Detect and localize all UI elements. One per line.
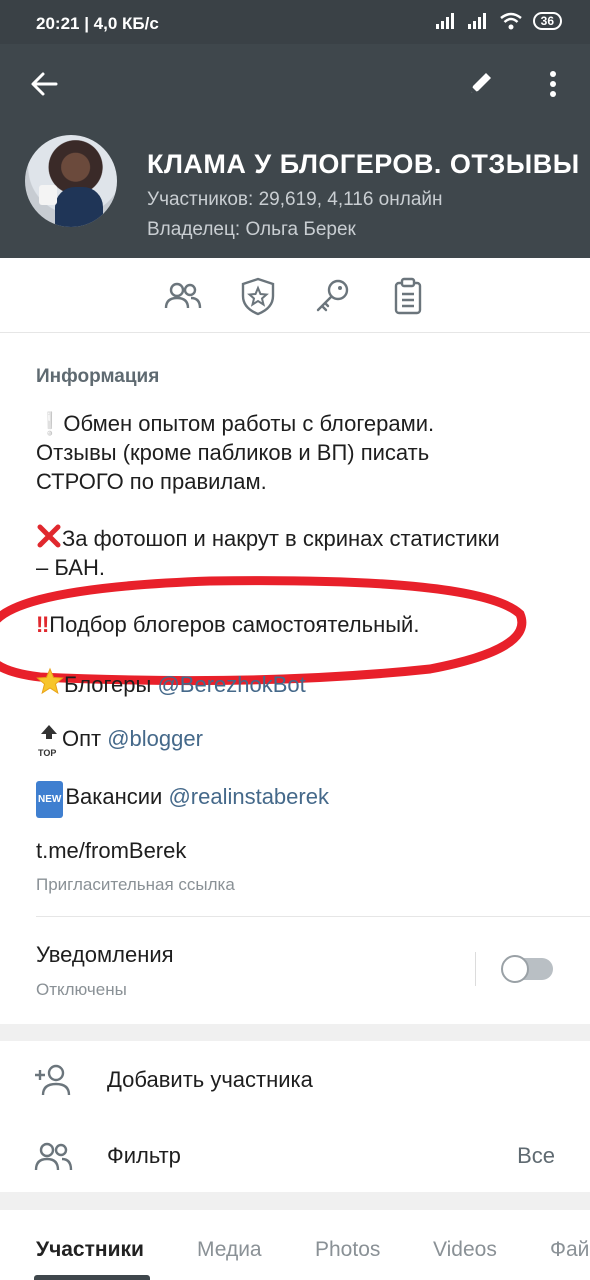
invite-link-label: Пригласительная ссылка [36,875,235,894]
signal-icon-2 [467,13,486,29]
toggle-knob [501,955,529,983]
wifi-icon [499,12,522,30]
section-gap [0,1192,590,1210]
top-arrow-icon: TOP [36,724,62,758]
members-count: Участников: 29,619, 4,116 онлайн [147,189,443,210]
tab-members[interactable]: Участники [36,1238,144,1262]
info-paragraph-5: TOP Опт @blogger [36,724,566,758]
owner-line: Владелец: Ольга Берек [147,219,356,240]
chat-header: КЛАМА У БЛОГЕРОВ. ОТЗЫВЫ Участников: 29,… [0,44,590,258]
members-icon[interactable] [163,276,203,316]
bloggers-bot-link[interactable]: @BerezhokBot [157,672,305,697]
filter-label: Фильтр [107,1143,181,1168]
add-member-row[interactable]: Добавить участника [0,1045,590,1115]
vacancies-link[interactable]: @realinstaberek [168,784,329,809]
status-bar: 20:21 | 4,0 КБ/с 36 [0,0,590,44]
info-paragraph-6: NEW Вакансии @realinstaberek [36,781,566,818]
invite-link[interactable]: t.me/fromBerek [36,838,186,864]
info-paragraph-1: ❕Обмен опытом работы с блогерами. Отзывы… [36,409,566,496]
status-icons: 36 [435,12,562,30]
admin-icons-row [0,258,590,333]
avatar-figure [55,187,103,227]
notifications-toggle[interactable] [501,955,553,983]
more-menu-icon[interactable] [540,68,566,100]
tab-photos[interactable]: Photos [315,1238,380,1262]
info-text: Опт [62,726,108,751]
notifications-label[interactable]: Уведомления [36,942,174,968]
admins-shield-icon[interactable] [238,276,278,316]
group-avatar[interactable] [25,135,117,227]
tab-media[interactable]: Медиа [197,1238,262,1262]
info-text: За фотошоп и накрут в скринах статистики [62,526,500,551]
members-filter-icon [34,1142,73,1171]
active-tab-indicator [34,1275,150,1280]
info-line: Отзывы (кроме пабликов и ВП) писать [36,440,430,465]
divider [36,916,590,917]
recent-actions-icon[interactable] [388,276,428,316]
signal-icon [435,13,454,29]
notifications-status: Отключены [36,980,127,999]
star-icon [36,667,64,695]
tab-videos[interactable]: Videos [433,1238,497,1262]
info-line: СТРОГО по правилам. [36,469,267,494]
group-title: КЛАМА У БЛОГЕРОВ. ОТЗЫВЫ [147,149,580,179]
avatar-cup [39,185,57,205]
info-text: Блогеры [64,672,158,697]
edit-pencil-icon[interactable] [466,68,496,98]
blogger-link[interactable]: @blogger [107,726,203,751]
permissions-key-icon[interactable] [313,276,353,316]
cross-mark-icon [37,524,61,548]
battery-icon: 36 [532,12,562,30]
status-time: 20:21 | 4,0 КБ/с [36,14,159,33]
section-gap [0,1024,590,1041]
info-line: ❕Обмен опытом работы с блогерами. [36,411,435,436]
info-line: За фотошоп и накрут в скринах статистики [36,523,566,553]
add-member-label: Добавить участника [107,1067,313,1092]
add-user-icon [35,1064,71,1096]
tab-files[interactable]: Фай [550,1238,589,1262]
info-paragraph-4: Блогеры @BerezhokBot [36,667,566,699]
back-arrow-icon[interactable] [28,68,60,100]
new-badge-icon: NEW [36,781,64,818]
filter-value: Все [517,1143,555,1168]
media-tabs: Участники Медиа Photos Videos Фай [0,1210,590,1280]
filter-row[interactable]: Фильтр Все [0,1121,590,1191]
vertical-separator [475,952,476,986]
info-heading: Информация [36,366,160,387]
info-text: Вакансии [65,784,169,809]
top-badge: TOP [38,748,57,758]
